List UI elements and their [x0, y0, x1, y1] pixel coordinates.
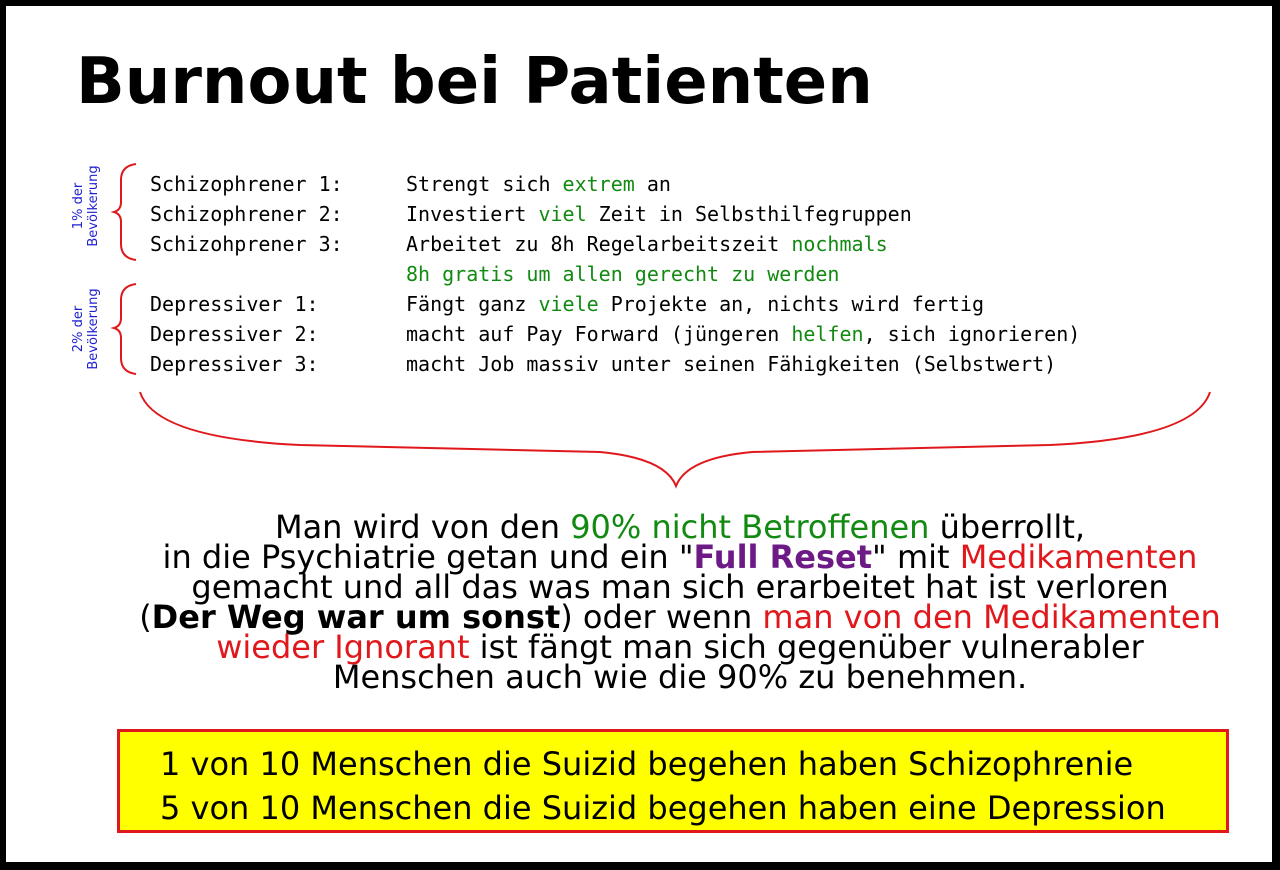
- patient-type: Depressiver 1:: [150, 292, 319, 316]
- patient-behavior: macht auf Pay Forward (jüngeren helfen, …: [406, 322, 1080, 346]
- patient-row: Schizophrener 2: Investiert viel Zeit in …: [150, 199, 912, 229]
- summary-paragraph: Man wird von den 90% nicht Betroffenen ü…: [90, 511, 1270, 693]
- text-segment: macht auf Pay Forward (jüngeren: [406, 322, 792, 346]
- stat-depression: 5 von 10 Menschen die Suizid begehen hab…: [160, 789, 1166, 827]
- green-highlight: helfen: [791, 322, 864, 346]
- green-highlight: extrem: [562, 172, 635, 196]
- patient-behavior: Strengt sich extrem an: [406, 172, 671, 196]
- statistics-box: 1 von 10 Menschen die Suizid begehen hab…: [117, 729, 1229, 833]
- patient-row: Depressiver 2: macht auf Pay Forward (jün…: [150, 319, 1080, 349]
- summary-curly-brace: [139, 391, 1211, 489]
- text-segment: Fängt ganz: [406, 292, 539, 316]
- patient-type: Schizohprener 3:: [150, 232, 343, 256]
- patient-behavior: Fängt ganz viele Projekte an, nichts wir…: [406, 292, 984, 316]
- patient-row: Schizophrener 1: Strengt sich extrem an: [150, 169, 671, 199]
- patient-type: Depressiver 2:: [150, 322, 319, 346]
- text-segment: Zeit in Selbsthilfegruppen: [586, 202, 912, 226]
- patient-type: Schizophrener 1:: [150, 172, 343, 196]
- text-segment: macht Job massiv unter seinen Fähigkeite…: [406, 352, 1057, 376]
- patient-behavior: Investiert viel Zeit in Selbsthilfegrupp…: [406, 202, 912, 226]
- schizo-group-brace: [110, 163, 137, 261]
- summary-line: Menschen auch wie die 90% zu benehmen.: [90, 661, 1270, 693]
- depr-group-brace: [110, 283, 137, 375]
- text-segment: Projekte an, nichts wird fertig: [598, 292, 984, 316]
- green-highlight: viel: [538, 202, 587, 226]
- patient-behavior: macht Job massiv unter seinen Fähigkeite…: [406, 352, 1056, 376]
- depr-population-label: 2% der Bevölkerung: [71, 288, 101, 370]
- patient-type: Depressiver 3:: [150, 352, 319, 376]
- patient-row: Schizohprener 3: Arbeitet zu 8h Regelarbe…: [150, 229, 888, 259]
- green-highlight: viele: [538, 292, 599, 316]
- text-segment: Strengt sich: [406, 172, 563, 196]
- green-highlight: 8h gratis um allen gerecht zu werden: [406, 262, 840, 286]
- text-segment: Arbeitet zu 8h Regelarbeitszeit: [406, 232, 792, 256]
- patient-behavior: Arbeitet zu 8h Regelarbeitszeit nochmals: [406, 232, 888, 256]
- patient-behavior: 8h gratis um allen gerecht zu werden: [406, 262, 839, 286]
- text-segment: (: [139, 598, 152, 636]
- patient-row: Depressiver 3: macht Job massiv unter sei…: [150, 349, 1056, 379]
- text-segment: , sich ignorieren): [863, 322, 1081, 346]
- patient-type: Schizophrener 2:: [150, 202, 343, 226]
- text-segment: Menschen auch wie die 90% zu benehmen.: [332, 658, 1028, 696]
- stat-schizophrenia: 1 von 10 Menschen die Suizid begehen hab…: [160, 745, 1134, 783]
- patient-row: 8h gratis um allen gerecht zu werden: [150, 259, 839, 289]
- text-segment: Investiert: [406, 202, 539, 226]
- patient-row: Depressiver 1: Fängt ganz viele Projekte …: [150, 289, 984, 319]
- text-segment: an: [634, 172, 671, 196]
- green-highlight: nochmals: [791, 232, 888, 256]
